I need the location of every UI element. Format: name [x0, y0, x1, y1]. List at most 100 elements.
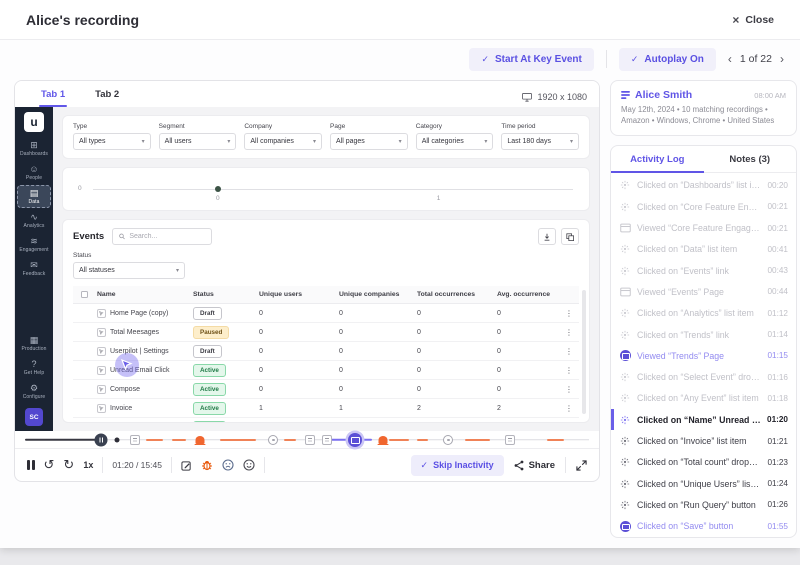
start-at-key-event-button[interactable]: ✓ Start At Key Event: [469, 47, 594, 71]
rewind-button[interactable]: ↺: [44, 458, 55, 471]
row-menu-button[interactable]: ⋮: [553, 404, 579, 413]
add-note-button[interactable]: [181, 460, 192, 471]
nav-icon: ⊞: [30, 140, 38, 150]
sidebar-nav-item[interactable]: ? Get Help: [17, 356, 51, 379]
timeline-marker[interactable]: [505, 434, 516, 445]
table-row[interactable]: Userpilot Knowledge ... Active 0 0 0 0 ⋮: [73, 418, 579, 422]
row-menu-button[interactable]: ⋮: [553, 309, 579, 318]
sentiment-button[interactable]: [243, 459, 255, 471]
tab-activity-log[interactable]: Activity Log: [611, 146, 704, 173]
copy-button[interactable]: [561, 228, 579, 245]
nav-icon: ∿: [30, 212, 38, 222]
filter-label: Company: [244, 123, 273, 130]
filter-select[interactable]: All pages ▾: [330, 133, 408, 150]
sidebar-nav-item[interactable]: ∿ Analytics: [17, 209, 51, 232]
activity-log-item[interactable]: Clicked on “Trends” link 01:14: [611, 324, 796, 345]
timeline-marker[interactable]: [347, 432, 362, 447]
forward-button[interactable]: ↻: [63, 458, 74, 471]
autoplay-toggle[interactable]: ✓ Autoplay On: [618, 47, 716, 71]
sidebar-nav-item[interactable]: ✉ Feedback: [17, 257, 51, 280]
replay-timeline[interactable]: [15, 431, 599, 448]
frustration-button[interactable]: [222, 459, 234, 471]
chart-axis: 0 1: [93, 186, 573, 202]
timeline-marker[interactable]: [94, 433, 108, 446]
activity-log-item[interactable]: Clicked on “Data” list item 00:41: [611, 239, 796, 260]
table-row[interactable]: Unread Email Click Active 0 0 0 0 ⋮: [73, 361, 579, 380]
col-unique-companies: Unique companies: [339, 291, 400, 298]
sidebar-nav-item[interactable]: ≋ Engagement: [17, 233, 51, 256]
close-button[interactable]: × Close: [732, 13, 774, 27]
events-search[interactable]: [112, 228, 213, 245]
activity-timestamp: 00:41: [767, 244, 789, 254]
share-button[interactable]: Share: [514, 460, 555, 471]
filter-select[interactable]: All types ▾: [73, 133, 151, 150]
table-row[interactable]: Total Meesages Paused 0 0 0 0 ⋮: [73, 323, 579, 342]
session-user-name[interactable]: Alice Smith: [635, 89, 692, 101]
table-row[interactable]: Home Page (copy) Draft 0 0 0 0 ⋮: [73, 304, 579, 323]
row-menu-button[interactable]: ⋮: [553, 366, 579, 375]
activity-log-item[interactable]: Clicked on “Run Query” button 01:26: [611, 494, 796, 515]
activity-log-item[interactable]: Clicked on “Save” button 01:55: [611, 516, 796, 537]
activity-log-item[interactable]: Clicked on “Name” Unread Email C... 01:2…: [611, 409, 796, 431]
timeline-marker[interactable]: [321, 434, 332, 445]
click-icon: [619, 414, 631, 426]
click-icon: [619, 179, 631, 191]
activity-icon: [619, 456, 631, 468]
filter-select[interactable]: All companies ▾: [244, 133, 323, 150]
activity-log-item[interactable]: Clicked on “Unique Users” list item 01:2…: [611, 473, 796, 494]
table-scrollbar[interactable]: [582, 290, 586, 414]
report-bug-button[interactable]: [201, 459, 213, 471]
prev-recording-button[interactable]: ‹: [728, 52, 732, 66]
row-menu-button[interactable]: ⋮: [553, 328, 579, 337]
timeline-marker[interactable]: [129, 434, 140, 445]
filter-select[interactable]: Last 180 days ▾: [501, 133, 580, 150]
timeline-marker[interactable]: [443, 434, 453, 445]
user-avatar[interactable]: SC: [25, 408, 43, 426]
activity-log-item[interactable]: Clicked on “Events” link 00:43: [611, 260, 796, 281]
filter-select[interactable]: All users ▾: [158, 133, 237, 150]
sidebar-nav-item[interactable]: ⚙ Configure: [17, 380, 51, 403]
pause-button[interactable]: [27, 460, 35, 470]
row-menu-button[interactable]: ⋮: [553, 385, 579, 394]
status-select[interactable]: All statuses ▾: [73, 262, 185, 279]
activity-log-item[interactable]: Clicked on “Dashboards” list item 00:20: [611, 175, 796, 196]
tab-notes[interactable]: Notes (3): [704, 146, 797, 172]
select-all-checkbox[interactable]: [81, 291, 88, 298]
sidebar-nav-item[interactable]: ☺ People: [17, 161, 51, 184]
activity-log-item[interactable]: Clicked on “Total count” dropdown 01:23: [611, 452, 796, 473]
chart-data-point[interactable]: [214, 186, 221, 192]
sidebar-nav-item[interactable]: ▤ Data: [17, 185, 51, 208]
activity-log-item[interactable]: Viewed “Trends” Page 01:15: [611, 345, 796, 366]
speed-button[interactable]: 1x: [83, 460, 93, 470]
timeline-marker[interactable]: [268, 434, 279, 445]
activity-log-item[interactable]: Clicked on “Analytics” list item 01:12: [611, 303, 796, 324]
filters-bar: Type All types ▾ Segment All users ▾ Com…: [62, 115, 590, 159]
table-row[interactable]: Userpilot | Settings Draft 0 0 0 0 ⋮: [73, 342, 579, 361]
table-row[interactable]: Invoice Active 1 1 2 2 ⋮: [73, 399, 579, 418]
activity-log-item[interactable]: Clicked on “Select Event” dropdown 01:16: [611, 366, 796, 387]
activity-log-item[interactable]: Viewed “Events” Page 00:44: [611, 281, 796, 302]
download-button[interactable]: [538, 228, 556, 245]
timeline-marker[interactable]: [377, 435, 389, 445]
userpilot-logo: u: [24, 112, 44, 132]
activity-log-item[interactable]: Viewed “Core Feature Engagment” 00:21: [611, 217, 796, 238]
click-icon: [619, 265, 631, 277]
fullscreen-button[interactable]: [576, 459, 587, 471]
search-input[interactable]: [129, 233, 206, 240]
timeline-marker[interactable]: [304, 434, 315, 445]
sidebar-nav-item[interactable]: ⊞ Dashboards: [17, 137, 51, 160]
row-menu-button[interactable]: ⋮: [553, 347, 579, 356]
sidebar-nav-item[interactable]: ▦ Production: [17, 332, 51, 355]
timeline-marker[interactable]: [114, 437, 120, 442]
next-recording-button[interactable]: ›: [780, 52, 784, 66]
table-row[interactable]: Compose Active 0 0 0 0 ⋮: [73, 380, 579, 399]
activity-icon: [619, 222, 631, 234]
filter-select[interactable]: All categories ▾: [415, 133, 494, 150]
browser-tab[interactable]: Tab 2: [93, 83, 121, 107]
activity-log-item[interactable]: Clicked on “Invoice” list item 01:21: [611, 430, 796, 451]
skip-inactivity-toggle[interactable]: ✓ Skip Inactivity: [410, 454, 504, 476]
activity-log-item[interactable]: Clicked on “Any Event” list item 01:18: [611, 388, 796, 409]
browser-tab[interactable]: Tab 1: [39, 83, 68, 107]
activity-log-item[interactable]: Clicked on “Core Feature Engagem... 00:2…: [611, 196, 796, 217]
timeline-marker[interactable]: [194, 435, 206, 445]
